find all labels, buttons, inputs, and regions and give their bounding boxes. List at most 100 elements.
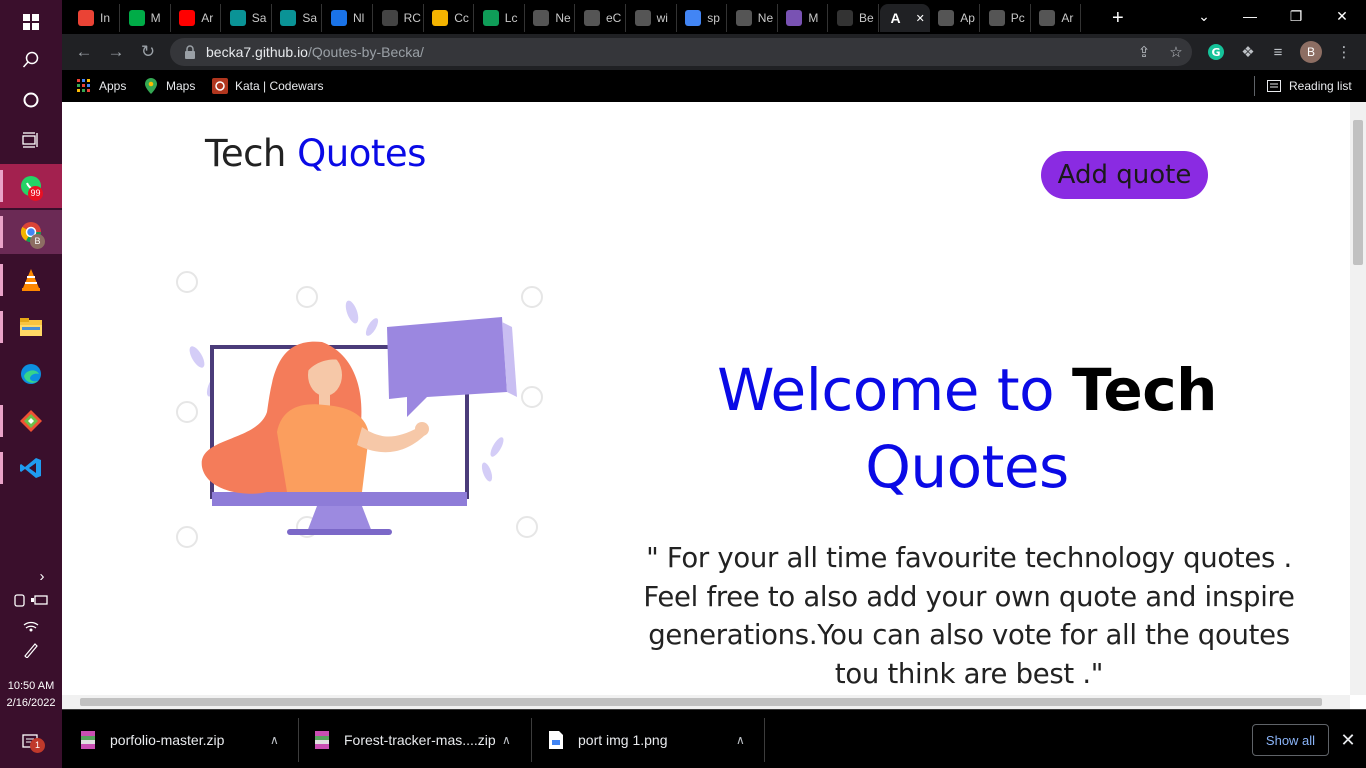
woman-shirt-icon xyxy=(277,404,369,492)
download-item[interactable]: Forest-tracker-mas....zip ∧ xyxy=(314,720,524,760)
notification-badge: 1 xyxy=(30,738,45,753)
horizontal-scroll-thumb[interactable] xyxy=(80,698,1322,706)
windows-icon xyxy=(23,14,39,30)
browser-tab[interactable]: RC xyxy=(374,4,424,32)
media-controls-button[interactable]: ≡ xyxy=(1268,42,1288,62)
address-bar[interactable]: becka7.github.io/Qoutes-by-Becka/ xyxy=(170,38,1192,66)
browser-tab[interactable]: eC xyxy=(576,4,626,32)
browser-tab[interactable]: Nl xyxy=(323,4,373,32)
whatsapp-taskbar-button[interactable]: 99 xyxy=(0,164,62,208)
browser-tab[interactable]: Pc xyxy=(981,4,1031,32)
browser-tab[interactable]: Sa xyxy=(222,4,272,32)
codewars-icon xyxy=(212,78,228,94)
tab-strip: In M Ar Sa Sa Nl RC Cc Lc Ne eC wi sp Ne M Be A ✕ Ap Pc Ar +… xyxy=(62,0,1366,34)
browser-tab[interactable]: wi xyxy=(627,4,677,32)
bookmark-maps[interactable]: Maps xyxy=(143,76,195,96)
task-view-button[interactable] xyxy=(0,118,62,162)
search-button[interactable] xyxy=(0,38,62,82)
browser-tab[interactable]: sp xyxy=(677,4,728,32)
close-icon: ✕ xyxy=(1340,729,1356,750)
browser-tab[interactable]: Ap xyxy=(930,4,981,32)
new-tab-button[interactable]: + xyxy=(1106,4,1134,32)
profile-avatar[interactable]: B xyxy=(1300,41,1322,63)
minimize-icon: — xyxy=(1243,8,1257,24)
chevron-up-icon[interactable]: ∧ xyxy=(502,733,511,747)
url-host: becka7.github.io xyxy=(206,44,308,60)
browser-tab[interactable]: M xyxy=(121,4,171,32)
reading-list-button[interactable]: Reading list xyxy=(1266,76,1352,96)
vertical-scrollbar[interactable] xyxy=(1350,102,1366,695)
chevron-up-icon[interactable]: ∧ xyxy=(270,733,279,747)
welcome-quotes: Quotes xyxy=(865,433,1069,501)
pen-workspace-button[interactable] xyxy=(0,632,62,668)
close-downloads-bar-button[interactable]: ✕ xyxy=(1336,728,1360,752)
forward-button[interactable]: → xyxy=(104,40,128,64)
download-item[interactable]: port img 1.png ∧ xyxy=(548,720,758,760)
vscode-taskbar-button[interactable] xyxy=(0,446,62,490)
browser-tab[interactable]: A ✕ xyxy=(879,4,930,32)
close-icon: ✕ xyxy=(1336,7,1348,24)
chevron-down-icon: ⌄ xyxy=(1198,7,1210,24)
restore-button[interactable]: ❐ xyxy=(1274,0,1318,32)
svg-text:G: G xyxy=(1211,46,1220,59)
git-taskbar-button[interactable] xyxy=(0,399,62,443)
close-tab-icon[interactable]: ✕ xyxy=(916,12,925,25)
horizontal-scrollbar[interactable] xyxy=(62,695,1350,709)
action-center-button[interactable]: 1 xyxy=(0,720,62,764)
restore-icon: ❐ xyxy=(1289,7,1303,24)
chrome-menu-button[interactable]: ⋮ xyxy=(1334,42,1354,62)
download-filename: Forest-tracker-mas....zip xyxy=(344,732,496,748)
brand-quotes: Quotes xyxy=(297,132,426,175)
tab-title: Ar xyxy=(1061,11,1074,25)
tab-title: Ne xyxy=(757,11,774,25)
chevron-up-icon[interactable]: ∧ xyxy=(736,733,745,747)
browser-tab[interactable]: Ne xyxy=(525,4,576,32)
minimize-button[interactable]: — xyxy=(1228,0,1272,32)
clock-time[interactable]: 10:50 AM xyxy=(0,680,62,692)
download-item[interactable]: porfolio-master.zip ∧ xyxy=(80,720,290,760)
browser-tab[interactable]: In xyxy=(70,4,120,32)
browser-tab[interactable]: Lc xyxy=(475,4,525,32)
freecodecamp-icon xyxy=(229,10,246,26)
clock-date[interactable]: 2/16/2022 xyxy=(0,697,62,709)
back-button[interactable]: ← xyxy=(72,40,96,64)
browser-tab[interactable]: Ne xyxy=(728,4,778,32)
vlc-taskbar-button[interactable] xyxy=(0,258,62,302)
browser-tab[interactable]: Sa xyxy=(272,4,323,32)
browser-tab[interactable]: Ar xyxy=(171,4,222,32)
vertical-scroll-thumb[interactable] xyxy=(1353,120,1363,265)
bookmark-apps[interactable]: Apps xyxy=(76,76,126,96)
downloads-bar: porfolio-master.zip ∧ Forest-tracker-mas… xyxy=(62,709,1366,768)
share-button[interactable]: ⇪ xyxy=(1134,42,1154,62)
extensions-button[interactable]: ❖ xyxy=(1238,42,1258,62)
lock-icon xyxy=(185,45,195,59)
bookmarks-divider xyxy=(1254,76,1255,96)
browser-tab[interactable]: Be xyxy=(829,4,879,32)
add-quote-button[interactable]: Add quote xyxy=(1041,151,1208,199)
globe-icon xyxy=(584,10,600,26)
reload-button[interactable]: ↻ xyxy=(136,40,160,64)
grammarly-extension[interactable]: G xyxy=(1206,42,1226,62)
bookmark-codewars[interactable]: Kata | Codewars xyxy=(212,76,324,96)
tab-search-button[interactable]: ⌄ xyxy=(1182,0,1226,32)
close-window-button[interactable]: ✕ xyxy=(1320,0,1364,32)
rc-icon xyxy=(381,10,398,26)
google-icon xyxy=(685,10,702,26)
cortana-icon xyxy=(23,92,39,108)
cortana-button[interactable] xyxy=(0,78,62,122)
file-explorer-taskbar-button[interactable] xyxy=(0,305,62,349)
browser-tab[interactable]: Ar xyxy=(1031,4,1082,32)
browser-tab[interactable]: M xyxy=(778,4,829,32)
tab-title: sp xyxy=(707,11,720,25)
site-brand[interactable]: Tech Quotes xyxy=(205,132,426,175)
tab-title: Sa xyxy=(302,11,318,25)
chrome-taskbar-button[interactable]: B xyxy=(0,210,62,254)
edge-taskbar-button[interactable] xyxy=(0,352,62,396)
arrow-left-icon: ← xyxy=(75,42,93,61)
tab-title: M xyxy=(150,11,161,25)
tab-title: Be xyxy=(859,11,874,25)
browser-tab[interactable]: Cc xyxy=(424,4,475,32)
show-all-downloads-button[interactable]: Show all xyxy=(1252,724,1329,756)
bookmark-star-button[interactable]: ☆ xyxy=(1166,42,1186,62)
more-vertical-icon: ⋮ xyxy=(1336,44,1352,61)
